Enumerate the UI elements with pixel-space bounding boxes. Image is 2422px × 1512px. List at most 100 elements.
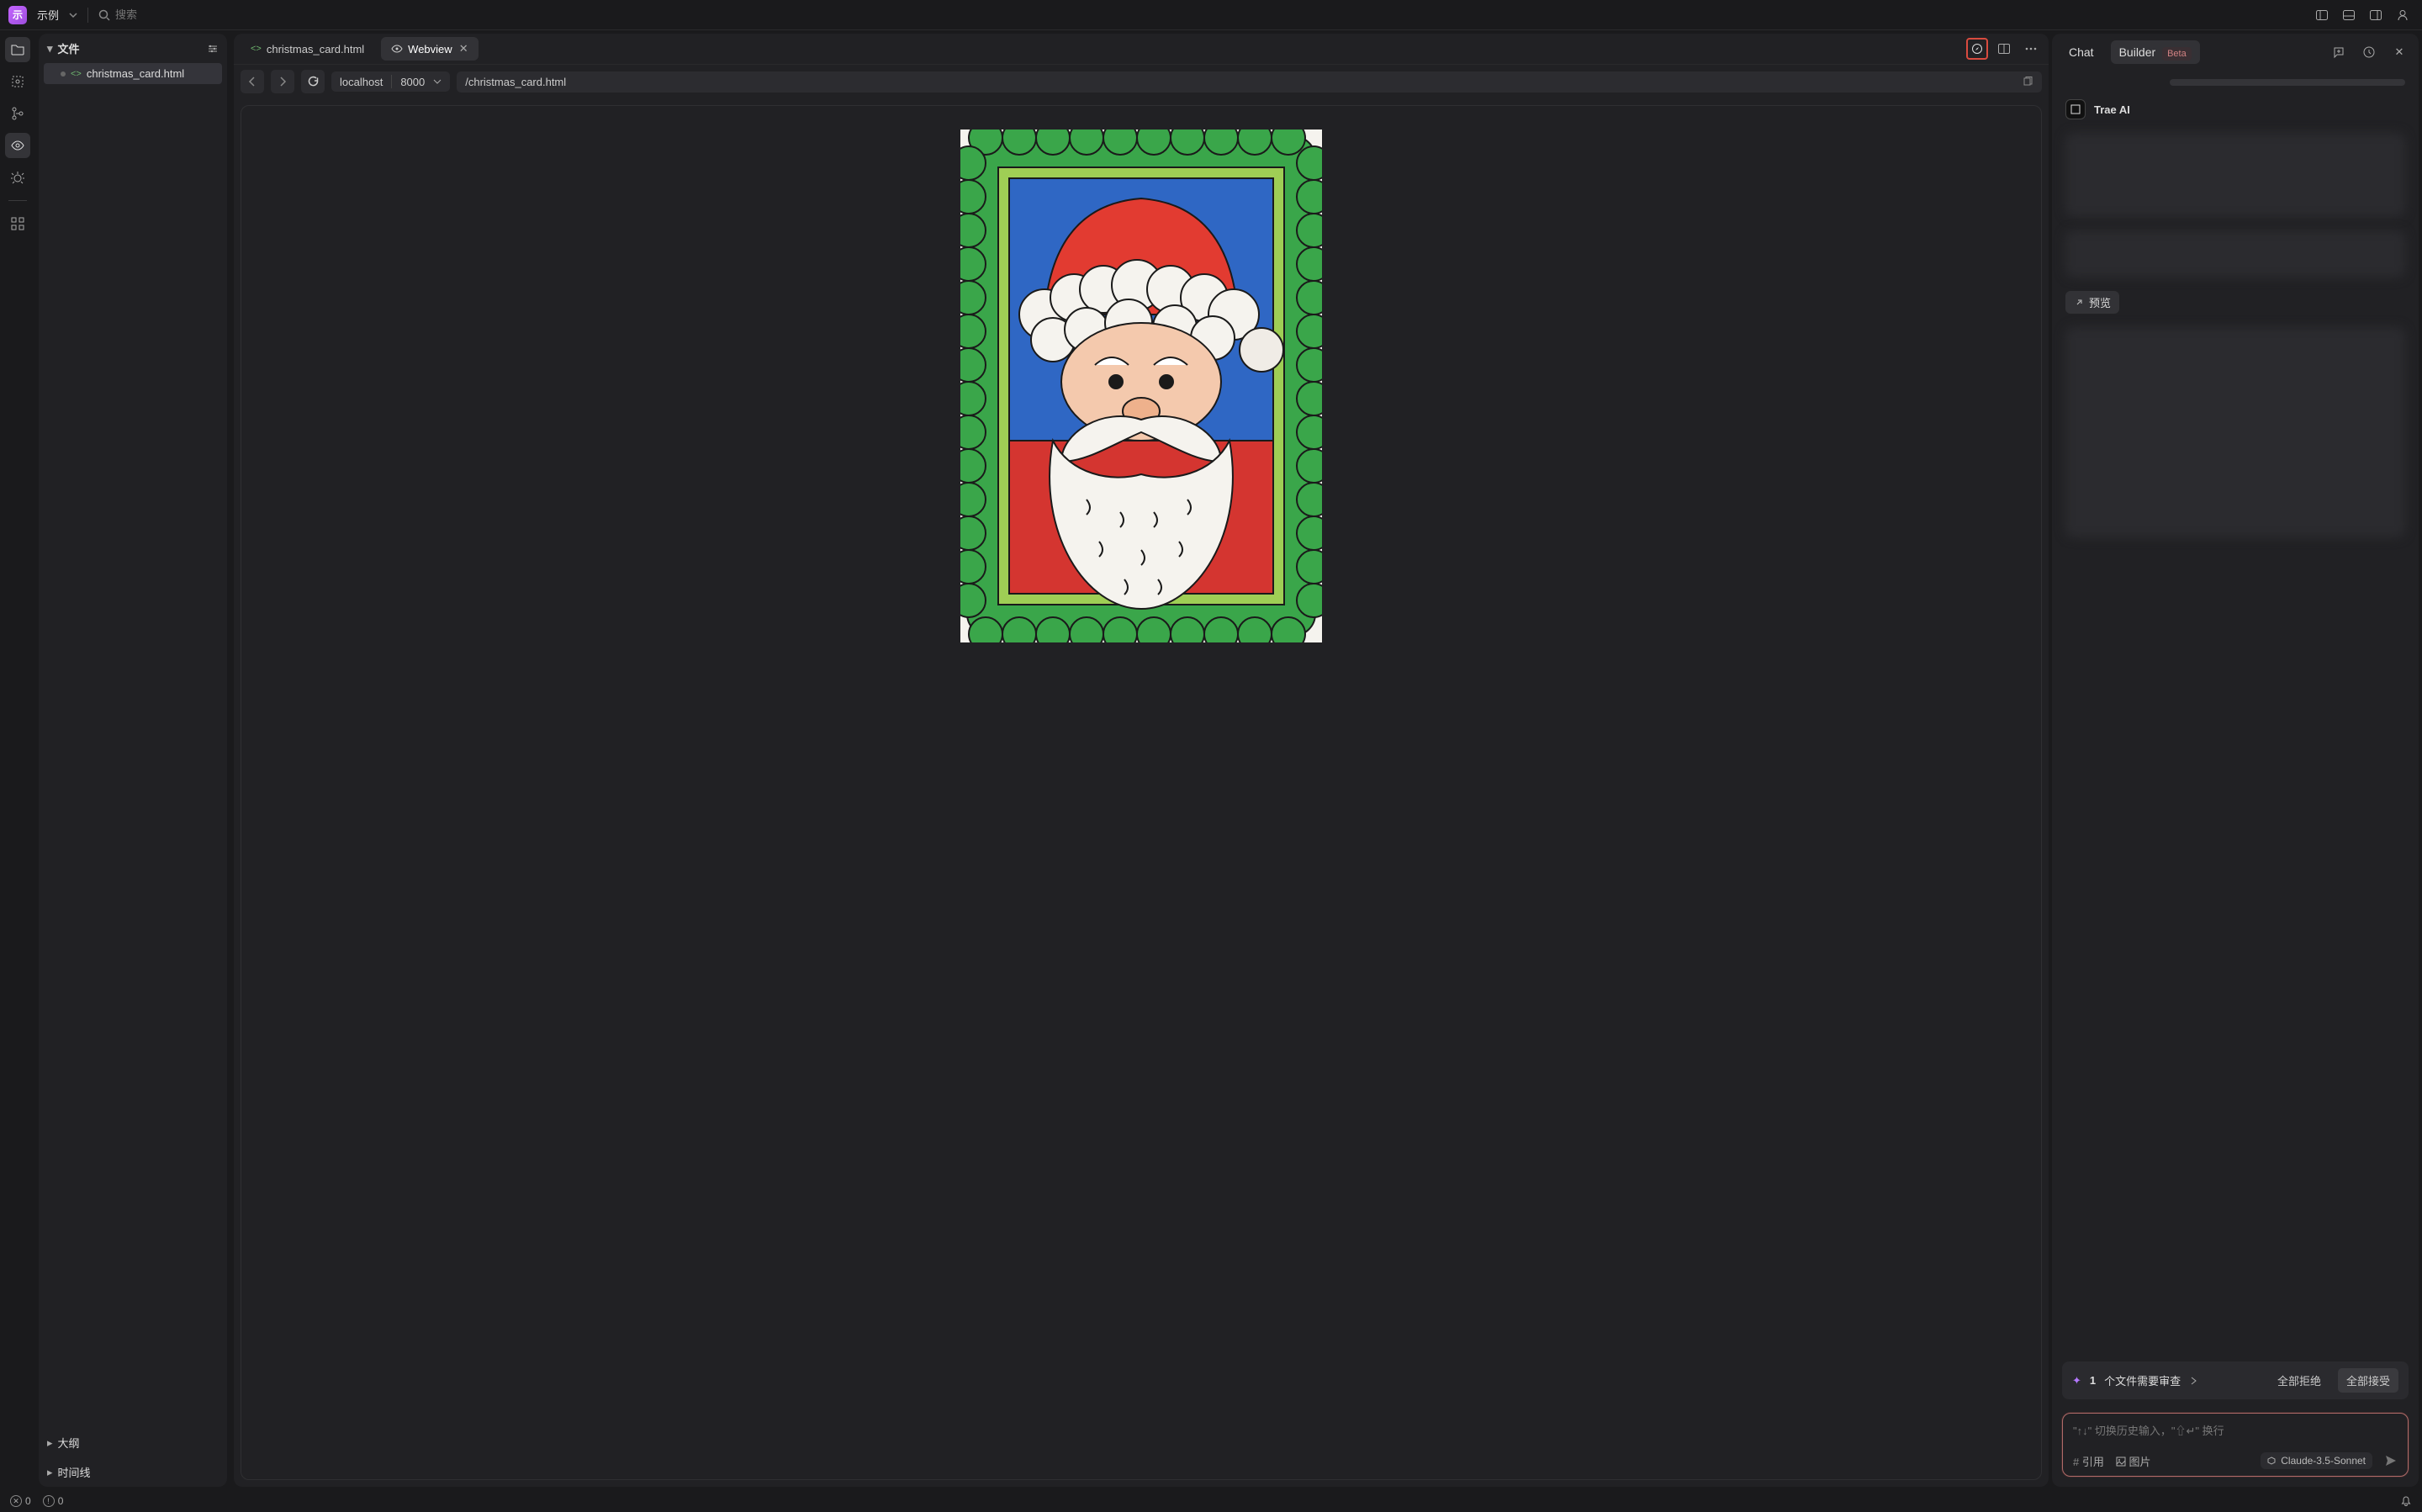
webview-address-bar: localhost 8000 /christmas_card.html [234,65,2049,98]
tab-label: christmas_card.html [267,43,364,56]
activity-debug[interactable] [5,165,30,190]
review-count: 1 [2090,1374,2096,1387]
url-path: /christmas_card.html [465,76,566,88]
close-icon[interactable]: ✕ [2388,41,2410,63]
preview-chip[interactable]: 预览 [2065,291,2119,314]
warning-icon: ! [43,1495,55,1507]
outline-section-header[interactable]: ▸ 大纲 [39,1428,227,1457]
activity-search-scope[interactable] [5,69,30,94]
chat-messages[interactable]: Trae AI 预览 [2052,71,2419,1355]
panel-bottom-toggle[interactable] [2338,4,2360,26]
close-icon[interactable]: ✕ [459,42,468,56]
chevron-down-icon: ▾ [47,42,53,56]
tab-webview[interactable]: Webview ✕ [381,37,478,61]
builder-label: Builder [2119,45,2156,59]
split-editor-icon[interactable] [1993,38,2015,60]
status-errors[interactable]: ✕ 0 [10,1495,31,1507]
new-chat-icon[interactable] [2328,41,2350,63]
ai-name: Trae AI [2094,103,2130,116]
rendered-page-image [960,130,1322,642]
file-type-icon: <> [71,69,82,79]
title-bar: 示 示例 [0,0,2422,30]
files-label: 文件 [58,40,80,56]
chat-input-box[interactable]: "↑↓" 切换历史输入，"⇧↵" 换行 # 引用 图片 Claude-3.5-S… [2062,1413,2409,1477]
status-bar: ✕ 0 ! 0 [0,1490,2422,1512]
error-count: 0 [25,1495,31,1507]
chevron-right-icon[interactable] [2189,1377,2197,1385]
app-logo: 示 [8,6,27,24]
notifications-icon[interactable] [2400,1495,2412,1507]
preview-chip-label: 预览 [2089,294,2111,310]
editor-tab-bar: <> christmas_card.html Webview ✕ [234,34,2049,65]
outline-label: 大纲 [58,1435,80,1451]
files-section-header[interactable]: ▾ 文件 [39,34,227,63]
ai-message-blurred [2065,230,2405,278]
activity-preview[interactable] [5,133,30,158]
chevron-down-icon[interactable] [69,11,77,19]
search-icon [98,9,110,21]
explorer-sidebar: ▾ 文件 <> christmas_card.html ▸ 大纲 ▸ [35,30,230,1490]
panel-left-toggle[interactable] [2311,4,2333,26]
copy-icon[interactable] [2022,76,2033,87]
chat-tab-chat[interactable]: Chat [2060,40,2102,64]
model-selector[interactable]: Claude-3.5-Sonnet [2261,1452,2372,1469]
activity-explorer[interactable] [5,37,30,62]
model-name: Claude-3.5-Sonnet [2281,1455,2366,1467]
host-label: localhost [340,76,383,88]
timeline-label: 时间线 [58,1464,91,1480]
link-icon [2074,298,2084,308]
reject-all-button[interactable]: 全部拒绝 [2269,1368,2329,1393]
settings-icon[interactable] [207,43,219,55]
host-selector[interactable]: localhost 8000 [331,71,450,92]
chevron-right-icon: ▸ [47,1466,53,1479]
ai-message-blurred [2065,133,2405,217]
activity-bar [0,30,35,1490]
url-input[interactable]: /christmas_card.html [457,71,2042,93]
search-input[interactable] [115,8,216,21]
warning-count: 0 [58,1495,64,1507]
review-label: 个文件需要审查 [2104,1372,2181,1388]
chevron-down-icon [433,77,442,86]
timeline-section-header[interactable]: ▸ 时间线 [39,1457,227,1487]
compass-button[interactable] [1966,38,1988,60]
divider [8,200,27,201]
attach-reference[interactable]: # 引用 [2073,1453,2104,1469]
divider [87,8,88,23]
webview-content [241,105,2042,1480]
ai-chat-panel: Chat Builder Beta ✕ Trae AI [2052,34,2419,1487]
ai-avatar-icon [2065,99,2086,119]
workspace-name[interactable]: 示例 [37,7,59,23]
back-button[interactable] [241,70,264,93]
eye-icon [391,43,403,55]
activity-source-control[interactable] [5,101,30,126]
chevron-right-icon: ▸ [47,1436,53,1450]
history-icon[interactable] [2358,41,2380,63]
more-icon[interactable] [2020,38,2042,60]
accept-all-button[interactable]: 全部接受 [2338,1368,2398,1393]
ai-message-blurred [2065,327,2405,537]
port-label: 8000 [400,76,425,88]
beta-badge: Beta [2162,47,2192,61]
activity-extensions[interactable] [5,211,30,236]
account-icon[interactable] [2392,4,2414,26]
cube-icon [2267,1456,2276,1465]
chat-input-placeholder: "↑↓" 切换历史输入，"⇧↵" 换行 [2073,1422,2398,1452]
forward-button[interactable] [271,70,294,93]
tab-label: Webview [408,43,452,56]
file-review-bar: ✦ 1 个文件需要审查 全部拒绝 全部接受 [2062,1361,2409,1399]
file-tree-item[interactable]: <> christmas_card.html [44,63,222,84]
global-search[interactable] [98,8,216,21]
chat-tab-builder[interactable]: Builder Beta [2111,40,2200,64]
modified-indicator-icon [61,71,66,77]
send-button[interactable] [2384,1454,2398,1467]
file-name: christmas_card.html [87,67,184,80]
image-icon [2116,1456,2126,1467]
attach-image[interactable]: 图片 [2116,1453,2151,1469]
panel-right-toggle[interactable] [2365,4,2387,26]
html-icon: <> [251,44,262,54]
user-message [2170,79,2405,86]
tab-file[interactable]: <> christmas_card.html [241,38,374,61]
error-icon: ✕ [10,1495,22,1507]
reload-button[interactable] [301,70,325,93]
status-warnings[interactable]: ! 0 [43,1495,64,1507]
